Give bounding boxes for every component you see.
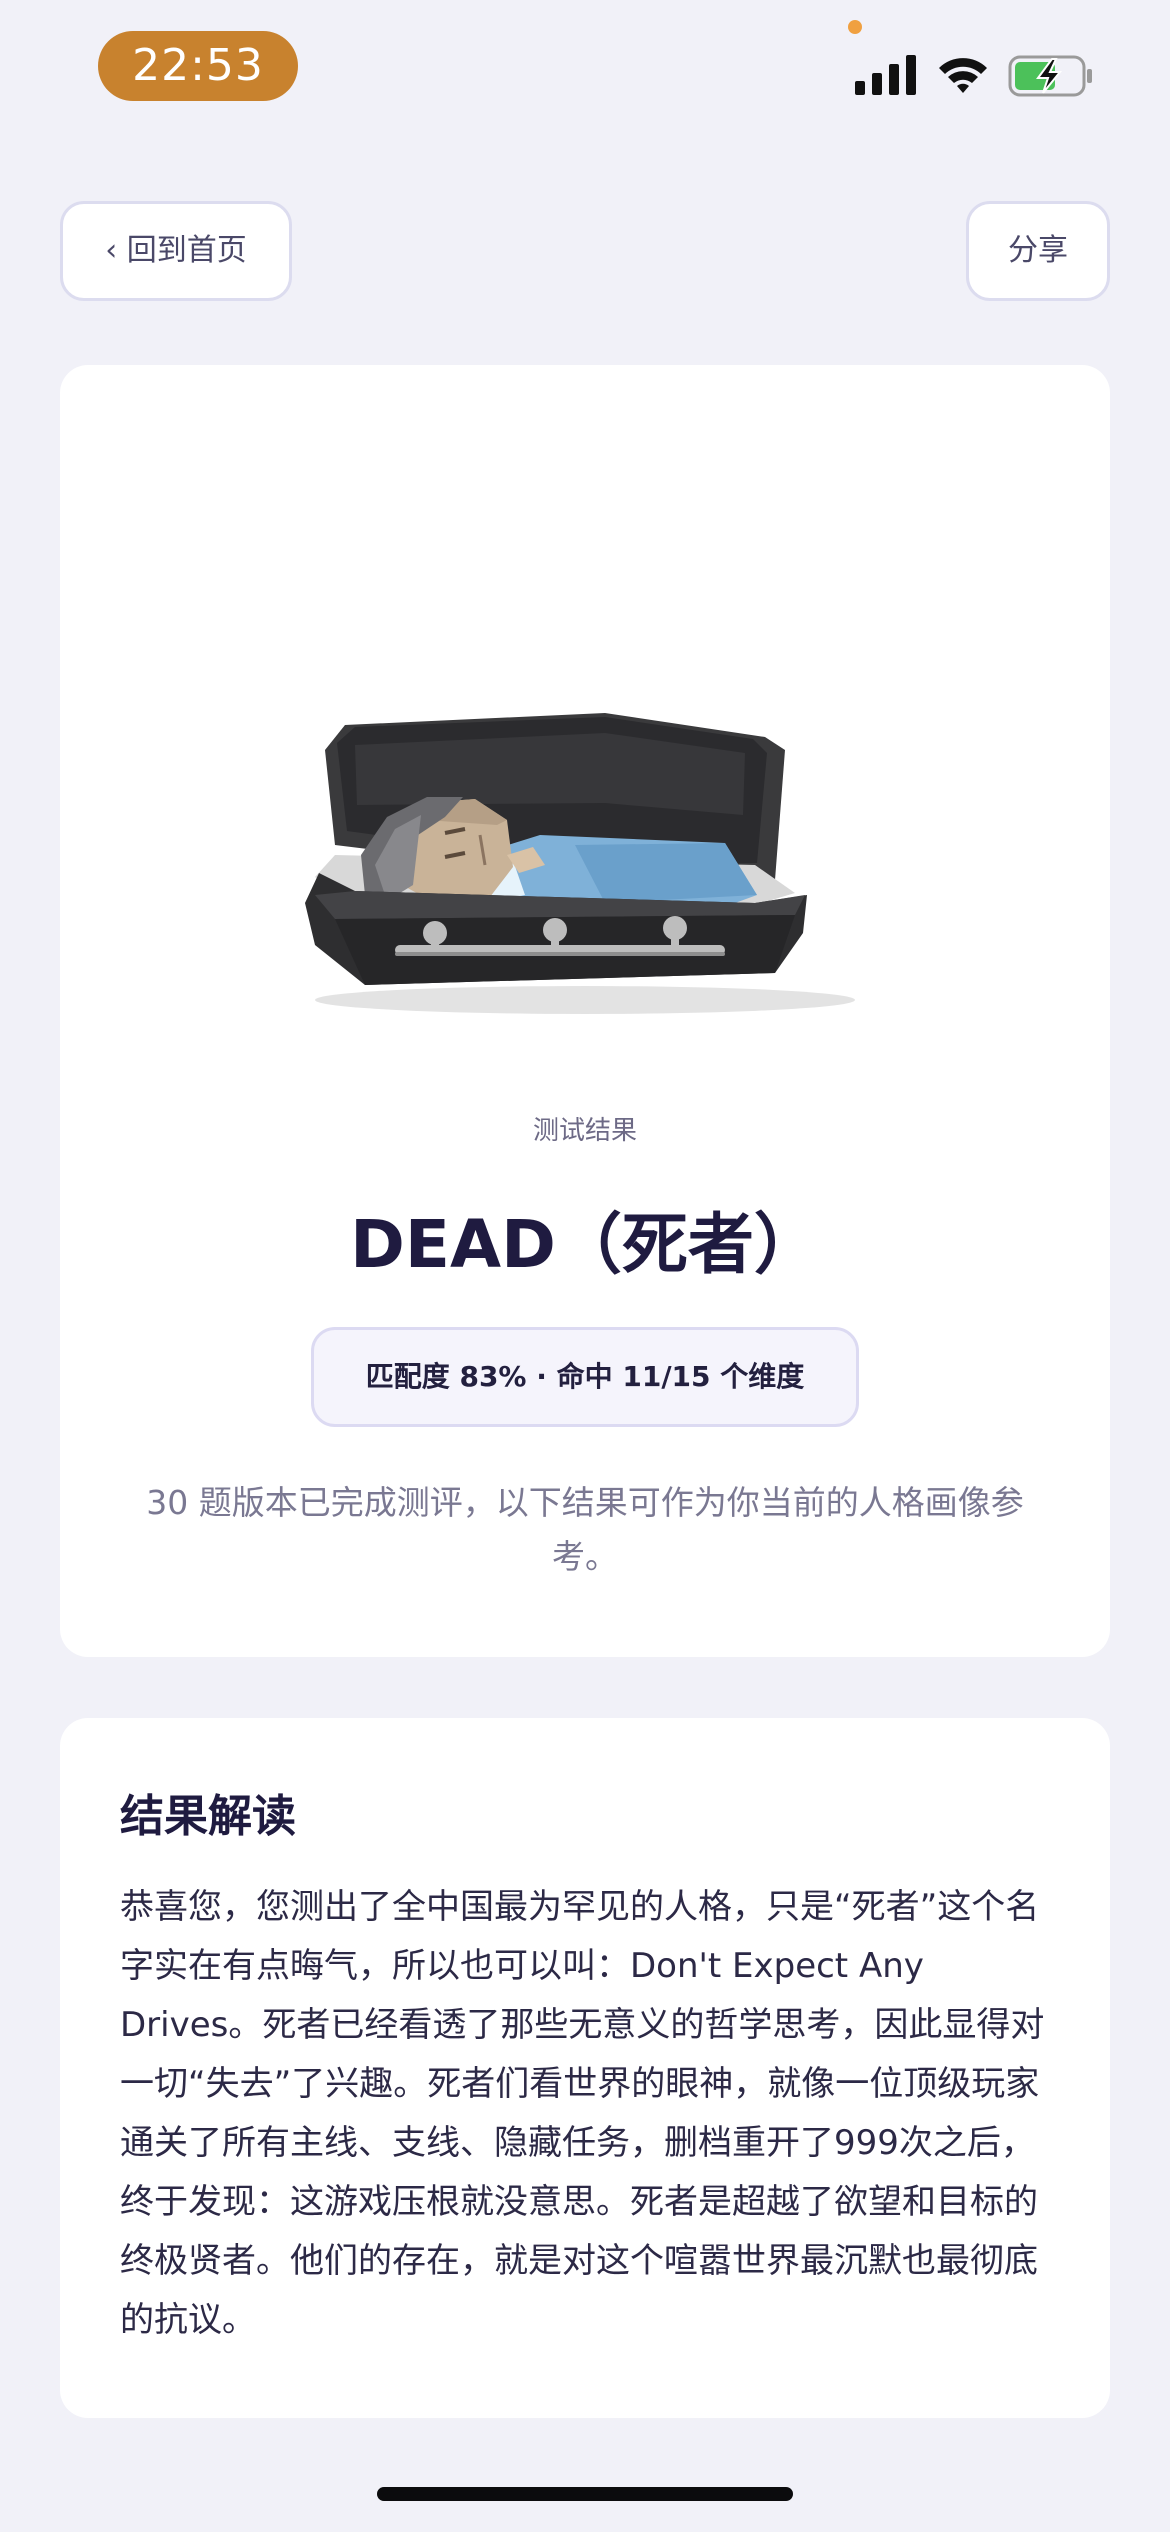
interpretation-card: 结果解读 恭喜您，您测出了全中国最为罕见的人格，只是“死者”这个名字实在有点晦气…	[60, 1718, 1110, 2418]
signal-icon	[855, 55, 916, 95]
wifi-icon	[939, 58, 987, 93]
battery-charging-icon	[1008, 55, 1092, 97]
interpretation-title: 结果解读	[120, 1791, 296, 1842]
result-label: 测试结果	[532, 1116, 637, 1146]
interpretation-body: 恭喜您，您测出了全中国最为罕见的人格，只是“死者”这个名字实在有点晦气，所以也可…	[120, 1887, 1045, 2340]
status-bar: 22:53	[0, 0, 1170, 130]
back-home-button[interactable]: ‹ 回到首页	[60, 201, 292, 301]
result-title: DEAD（死者）	[350, 1206, 820, 1283]
status-time[interactable]: 22:53	[98, 31, 298, 101]
coffin-illustration	[305, 713, 855, 1014]
result-description: 30 题版本已完成测评，以下结果可作为你当前的人格画像参考。	[146, 1483, 1024, 1576]
match-badge: 匹配度 83% · 命中 11/15 个维度	[311, 1327, 859, 1427]
share-button[interactable]: 分享	[966, 201, 1110, 301]
privacy-indicator-dot	[848, 20, 862, 34]
result-card: 测试结果 DEAD（死者） 匹配度 83% · 命中 11/15 个维度 30 …	[60, 365, 1110, 1657]
home-indicator[interactable]	[377, 2487, 793, 2501]
